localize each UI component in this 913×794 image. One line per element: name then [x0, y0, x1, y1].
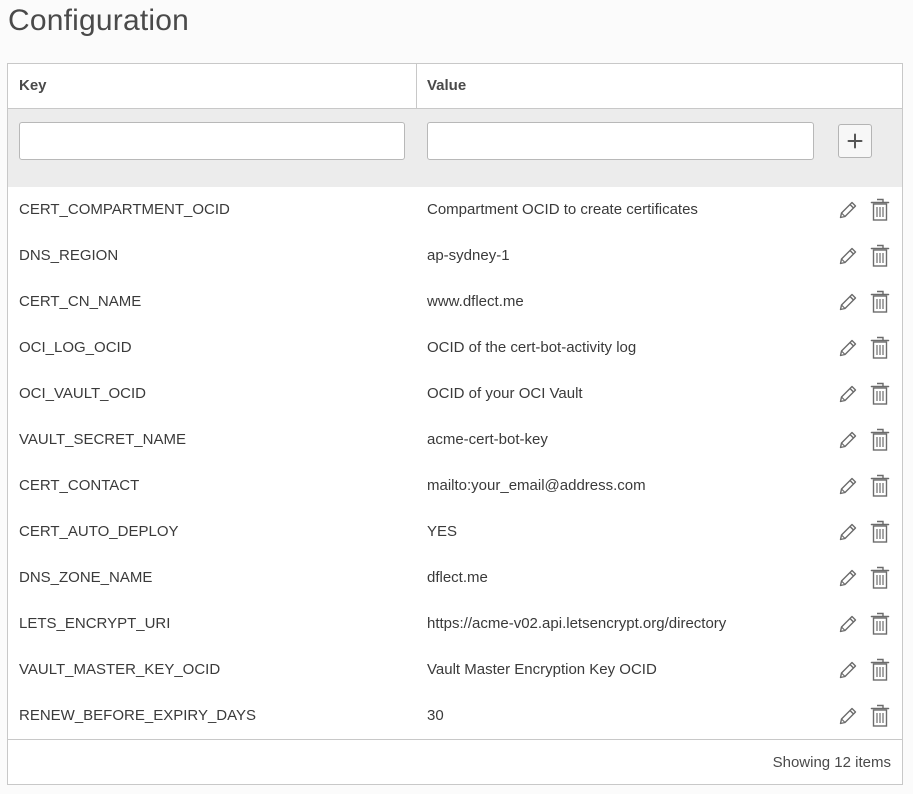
row-value: YES — [427, 523, 458, 540]
trash-icon — [870, 336, 890, 359]
column-header-value[interactable]: Value — [427, 64, 466, 108]
row-value: acme-cert-bot-key — [427, 431, 548, 448]
edit-button[interactable] — [837, 429, 859, 451]
pencil-icon — [839, 477, 857, 495]
delete-button[interactable] — [870, 290, 890, 314]
edit-button[interactable] — [837, 475, 859, 497]
new-entry-row — [8, 109, 902, 187]
edit-button[interactable] — [837, 245, 859, 267]
row-value: OCID of your OCI Vault — [427, 385, 583, 402]
delete-button[interactable] — [870, 428, 890, 452]
trash-icon — [870, 474, 890, 497]
delete-button[interactable] — [870, 658, 890, 682]
row-value: Vault Master Encryption Key OCID — [427, 661, 657, 678]
delete-button[interactable] — [870, 244, 890, 268]
row-key: RENEW_BEFORE_EXPIRY_DAYS — [19, 707, 257, 724]
trash-icon — [870, 198, 890, 221]
column-header-key[interactable]: Key — [19, 64, 47, 108]
row-key: CERT_AUTO_DEPLOY — [19, 523, 179, 540]
delete-button[interactable] — [870, 198, 890, 222]
table-row: RENEW_BEFORE_EXPIRY_DAYS 30 — [8, 693, 902, 739]
edit-button[interactable] — [837, 659, 859, 681]
table-row: VAULT_MASTER_KEY_OCID Vault Master Encry… — [8, 647, 902, 693]
row-value: https://acme-v02.api.letsencrypt.org/dir… — [427, 615, 727, 632]
row-key: VAULT_SECRET_NAME — [19, 431, 186, 448]
table-row: DNS_REGION ap-sydney-1 — [8, 233, 902, 279]
pencil-icon — [839, 569, 857, 587]
pencil-icon — [839, 339, 857, 357]
edit-button[interactable] — [837, 705, 859, 727]
trash-icon — [870, 520, 890, 543]
new-value-input[interactable] — [427, 122, 814, 160]
edit-button[interactable] — [837, 199, 859, 221]
trash-icon — [870, 612, 890, 635]
pencil-icon — [839, 431, 857, 449]
row-value: OCID of the cert-bot-activity log — [427, 339, 637, 356]
pencil-icon — [839, 293, 857, 311]
edit-button[interactable] — [837, 567, 859, 589]
table-row: DNS_ZONE_NAME dflect.me — [8, 555, 902, 601]
edit-button[interactable] — [837, 291, 859, 313]
row-key: LETS_ENCRYPT_URI — [19, 615, 171, 632]
delete-button[interactable] — [870, 566, 890, 590]
pencil-icon — [839, 707, 857, 725]
row-value: mailto:your_email@address.com — [427, 477, 646, 494]
pencil-icon — [839, 201, 857, 219]
row-value: Compartment OCID to create certificates — [427, 201, 698, 218]
delete-button[interactable] — [870, 612, 890, 636]
trash-icon — [870, 244, 890, 267]
delete-button[interactable] — [870, 336, 890, 360]
trash-icon — [870, 658, 890, 681]
item-count-status: Showing 12 items — [772, 754, 891, 771]
table-footer: Showing 12 items — [8, 739, 902, 784]
table-row: CERT_COMPARTMENT_OCID Compartment OCID t… — [8, 187, 902, 233]
table-row: OCI_LOG_OCID OCID of the cert-bot-activi… — [8, 325, 902, 371]
row-key: CERT_CN_NAME — [19, 293, 142, 310]
table-row: LETS_ENCRYPT_URI https://acme-v02.api.le… — [8, 601, 902, 647]
table-row: VAULT_SECRET_NAME acme-cert-bot-key — [8, 417, 902, 463]
table-row: OCI_VAULT_OCID OCID of your OCI Vault — [8, 371, 902, 417]
row-value: ap-sydney-1 — [427, 247, 510, 264]
row-key: CERT_COMPARTMENT_OCID — [19, 201, 230, 218]
trash-icon — [870, 428, 890, 451]
table-row: CERT_CN_NAME www.dflect.me — [8, 279, 902, 325]
column-divider — [416, 64, 417, 108]
pencil-icon — [839, 247, 857, 265]
row-value: www.dflect.me — [427, 293, 524, 310]
plus-icon — [847, 133, 863, 149]
add-entry-button[interactable] — [838, 124, 872, 158]
new-key-input[interactable] — [19, 122, 405, 160]
row-key: VAULT_MASTER_KEY_OCID — [19, 661, 221, 678]
table-body: CERT_COMPARTMENT_OCID Compartment OCID t… — [8, 187, 902, 739]
row-key: DNS_REGION — [19, 247, 119, 264]
row-key: OCI_LOG_OCID — [19, 339, 132, 356]
table-row: CERT_AUTO_DEPLOY YES — [8, 509, 902, 555]
row-key: OCI_VAULT_OCID — [19, 385, 146, 402]
pencil-icon — [839, 661, 857, 679]
edit-button[interactable] — [837, 383, 859, 405]
row-key: DNS_ZONE_NAME — [19, 569, 153, 586]
delete-button[interactable] — [870, 382, 890, 406]
delete-button[interactable] — [870, 474, 890, 498]
pencil-icon — [839, 385, 857, 403]
trash-icon — [870, 290, 890, 313]
table-row: CERT_CONTACT mailto:your_email@address.c… — [8, 463, 902, 509]
row-value: dflect.me — [427, 569, 488, 586]
delete-button[interactable] — [870, 704, 890, 728]
row-key: CERT_CONTACT — [19, 477, 140, 494]
page-title: Configuration — [8, 4, 190, 37]
pencil-icon — [839, 615, 857, 633]
edit-button[interactable] — [837, 613, 859, 635]
delete-button[interactable] — [870, 520, 890, 544]
edit-button[interactable] — [837, 521, 859, 543]
trash-icon — [870, 566, 890, 589]
configuration-table: Key Value CERT_COMPARTMENT_OCID Compartm… — [7, 63, 903, 785]
trash-icon — [870, 704, 890, 727]
table-header: Key Value — [8, 64, 902, 109]
edit-button[interactable] — [837, 337, 859, 359]
row-value: 30 — [427, 707, 444, 724]
pencil-icon — [839, 523, 857, 541]
trash-icon — [870, 382, 890, 405]
